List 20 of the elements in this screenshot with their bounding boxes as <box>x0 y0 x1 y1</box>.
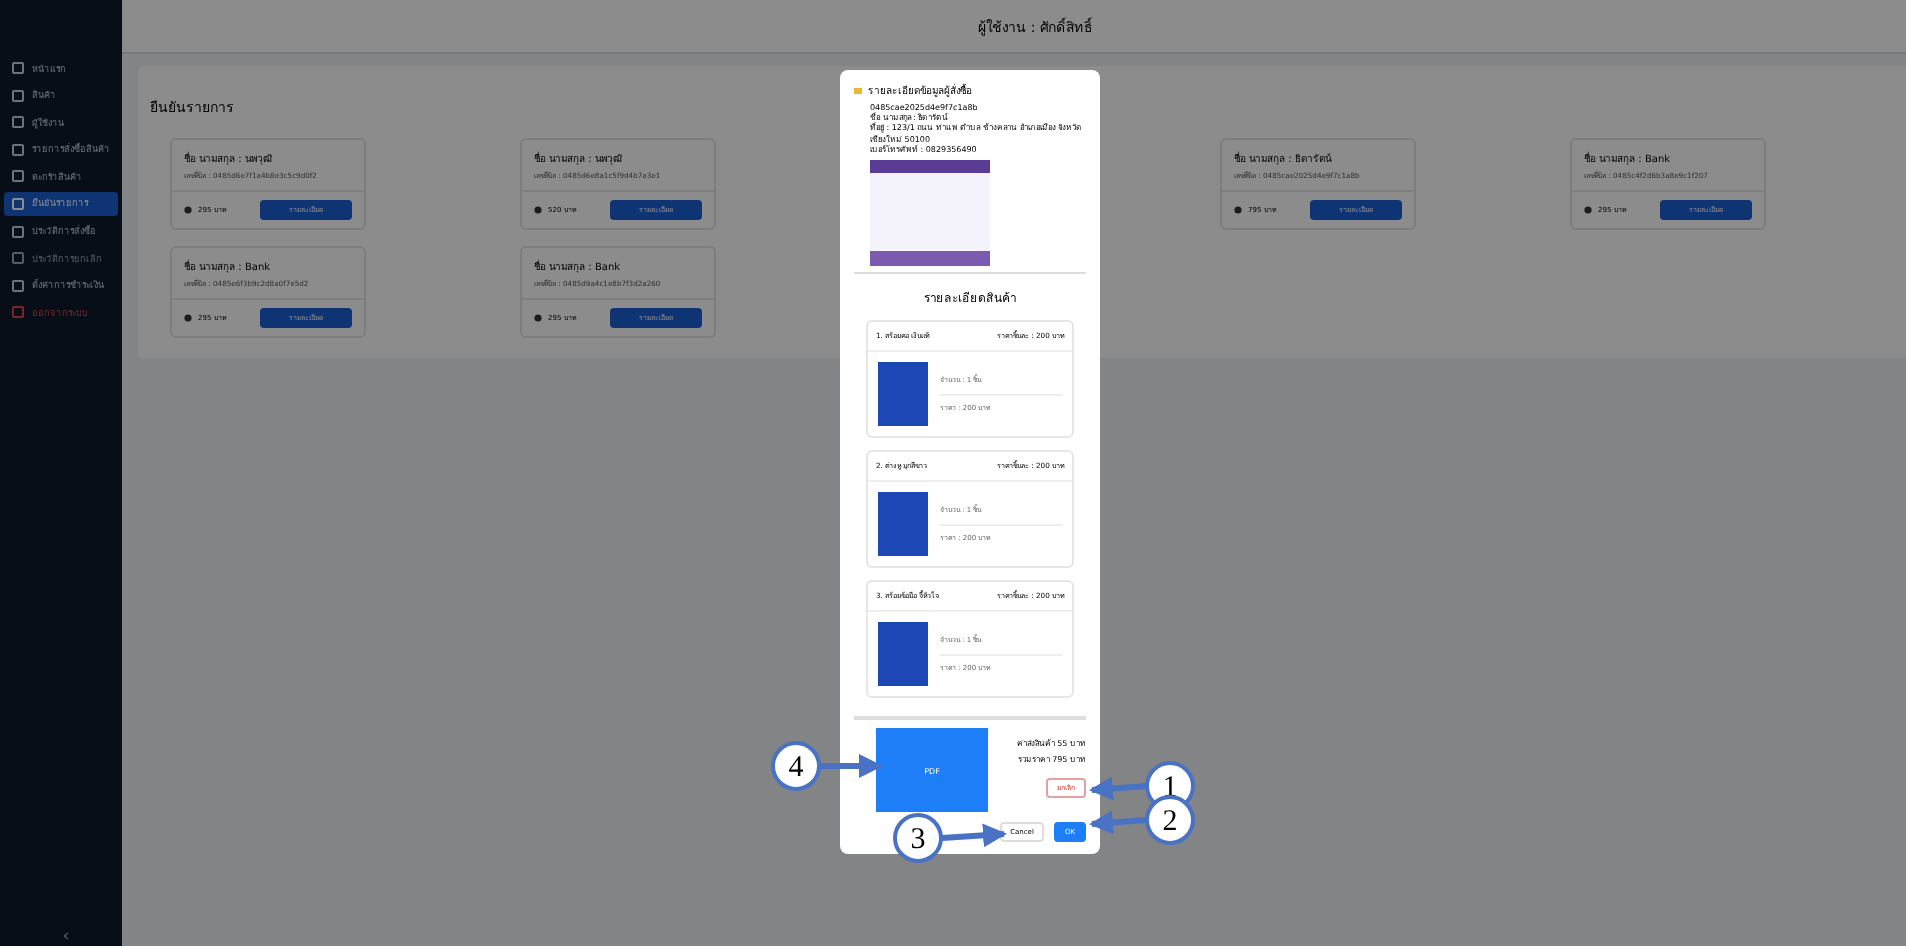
coin-icon <box>534 314 542 322</box>
photo-placeholder <box>878 622 928 687</box>
coin-icon <box>1584 206 1592 214</box>
callout-number: 4 <box>788 752 804 784</box>
photo-placeholder <box>878 362 928 427</box>
coin-icon <box>534 206 542 214</box>
callout-number: 1 <box>1162 772 1178 804</box>
callout-arrow <box>820 754 883 778</box>
folder-icon <box>854 87 862 93</box>
callout-number: 3 <box>910 824 926 856</box>
photo-placeholder <box>878 492 928 557</box>
payment-slip-image <box>870 160 990 265</box>
coin-icon <box>184 314 192 322</box>
callout-arrow <box>1089 810 1147 835</box>
callout-number: 2 <box>1162 806 1178 838</box>
chevron-icon[interactable] <box>62 932 70 940</box>
callout-arrow <box>941 823 1007 848</box>
callout-arrow <box>1089 776 1147 801</box>
coin-icon <box>1234 206 1242 214</box>
coin-icon <box>184 206 192 214</box>
